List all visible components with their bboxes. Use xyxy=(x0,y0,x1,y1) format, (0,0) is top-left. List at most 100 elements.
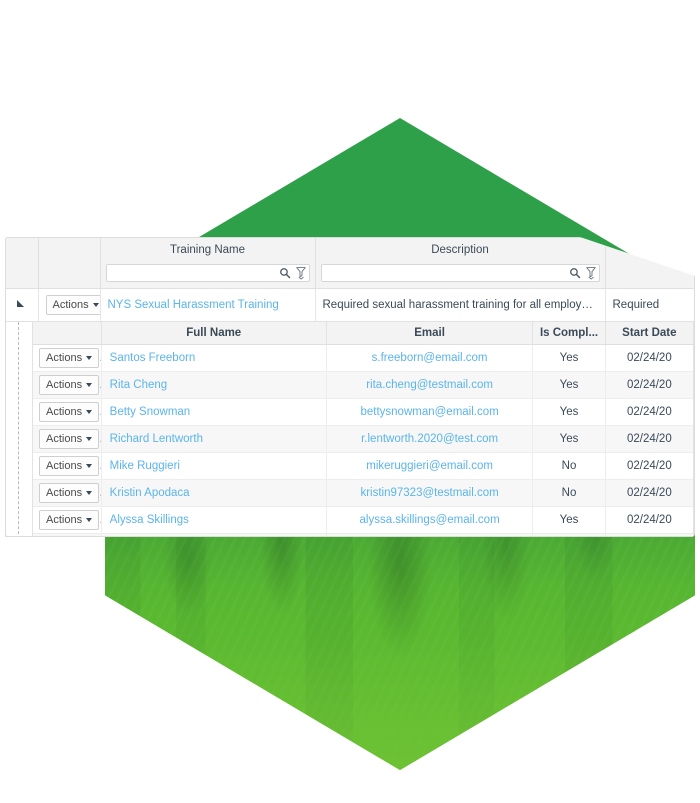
cell-email[interactable]: mikeruggieri@email.com xyxy=(326,452,534,480)
row-actions-label: Actions xyxy=(46,487,83,499)
full-name-link[interactable]: Santos Freeborn xyxy=(110,352,196,364)
row-actions-button[interactable]: Actions xyxy=(39,375,100,395)
chevron-down-icon xyxy=(86,518,93,522)
chevron-down-icon xyxy=(86,410,93,414)
chevron-down-icon xyxy=(86,464,93,468)
training-name-filter-input[interactable] xyxy=(106,265,277,281)
outer-grid: Training Name Description Actions NYS Se… xyxy=(6,238,694,322)
table-row: Actions Betty Snowman bettysnowman@email.c… xyxy=(33,398,693,426)
detail-section: Full Name Email Is Compl... Start Date A… xyxy=(6,322,694,536)
filter-funnel-icon[interactable] xyxy=(583,265,599,281)
row-actions-label: Actions xyxy=(46,460,83,472)
email-link[interactable]: bettysnowman@email.com xyxy=(360,406,498,418)
cell-full-name[interactable]: Kristin Apodaca xyxy=(101,479,327,507)
full-name-link[interactable]: Betty Snowman xyxy=(110,406,191,418)
chevron-down-icon xyxy=(86,491,93,495)
outer-grid-data-row: Actions NYS Sexual Harassment Training R… xyxy=(6,288,694,322)
email-link[interactable]: rita.cheng@testmail.com xyxy=(366,379,493,391)
cell-is-complete: No xyxy=(532,533,606,536)
detail-grid: Full Name Email Is Compl... Start Date A… xyxy=(33,322,693,536)
cell-full-name[interactable]: Santos Freeborn xyxy=(101,344,327,372)
cell-email[interactable]: kristin97323@testmail.com xyxy=(326,479,534,507)
detail-col-actions xyxy=(33,322,102,345)
filter-funnel-icon[interactable] xyxy=(293,265,309,281)
outer-grid-header-row: Training Name Description xyxy=(6,238,694,289)
outer-col-description-title: Description xyxy=(431,244,489,256)
email-link[interactable]: mikeruggieri@email.com xyxy=(366,460,493,472)
chevron-down-icon xyxy=(86,437,93,441)
row-actions-button[interactable]: Actions xyxy=(39,483,100,503)
full-name-link[interactable]: Kristin Apodaca xyxy=(110,487,190,499)
cell-is-complete: Yes xyxy=(532,398,606,426)
row-actions-cell: Actions xyxy=(33,452,102,480)
row-actions-button[interactable]: Actions xyxy=(39,456,100,476)
row-actions-label: Actions xyxy=(46,379,83,391)
row-actions-cell: Actions xyxy=(33,479,102,507)
row-actions-button[interactable]: Actions xyxy=(39,510,100,530)
row-actions-button[interactable]: Actions xyxy=(39,402,100,422)
outer-actions-button[interactable]: Actions xyxy=(45,295,99,315)
detail-col-email[interactable]: Email xyxy=(326,322,534,345)
cell-full-name[interactable]: Betty Snowman xyxy=(101,398,327,426)
cell-is-complete: Yes xyxy=(532,506,606,534)
chevron-down-icon xyxy=(86,356,93,360)
cell-email[interactable]: rita.cheng@testmail.com xyxy=(326,371,534,399)
full-name-link[interactable]: Rita Cheng xyxy=(110,379,168,391)
row-actions-label: Actions xyxy=(46,433,83,445)
row-actions-label: Actions xyxy=(46,406,83,418)
training-grid-panel: Training Name Description Actions NYS Se… xyxy=(5,237,695,537)
row-actions-cell: Actions xyxy=(33,506,102,534)
full-name-link[interactable]: Richard Lentworth xyxy=(110,433,203,445)
cell-is-complete: No xyxy=(532,452,606,480)
cell-start-date: 02/24/20 xyxy=(605,506,693,534)
collapse-triangle-icon[interactable] xyxy=(16,299,27,309)
cell-email[interactable]: s.freeborn@email.com xyxy=(326,344,534,372)
row-actions-button[interactable]: Actions xyxy=(39,429,100,449)
description-filter-input[interactable] xyxy=(321,265,567,281)
outer-actions-cell: Actions xyxy=(38,288,101,322)
cell-start-date: 02/24/20 xyxy=(605,344,693,372)
row-actions-cell: Actions xyxy=(33,425,102,453)
email-link[interactable]: alyssa.skillings@email.com xyxy=(360,514,500,526)
outer-col-training-name: Training Name xyxy=(100,238,316,289)
detail-grid-box: Full Name Email Is Compl... Start Date A… xyxy=(32,322,694,536)
training-name-cell[interactable]: NYS Sexual Harassment Training xyxy=(100,288,316,322)
search-icon[interactable] xyxy=(277,265,293,281)
search-icon[interactable] xyxy=(567,265,583,281)
row-actions-button[interactable]: Actions xyxy=(39,348,100,368)
cell-is-complete: Yes xyxy=(532,425,606,453)
full-name-link[interactable]: Mike Ruggieri xyxy=(110,460,180,472)
outer-col-expander xyxy=(6,238,39,289)
cell-start-date: 02/24/20 xyxy=(605,398,693,426)
cell-email[interactable]: bettysnowman@email.com xyxy=(326,398,534,426)
cell-full-name[interactable]: Mike Ruggieri xyxy=(101,452,327,480)
cell-full-name[interactable]: Bryan French xyxy=(101,533,327,536)
cell-full-name[interactable]: Rita Cheng xyxy=(101,371,327,399)
row-actions-cell: Actions xyxy=(33,398,102,426)
detail-grid-header-row: Full Name Email Is Compl... Start Date xyxy=(33,322,693,345)
detail-col-start-date[interactable]: Start Date xyxy=(605,322,693,345)
cell-email[interactable]: bffilm@test.com xyxy=(326,533,534,536)
cell-email[interactable]: alyssa.skillings@email.com xyxy=(326,506,534,534)
row-actions-cell: Actions xyxy=(33,533,102,536)
chevron-down-icon xyxy=(92,303,99,307)
email-link[interactable]: s.freeborn@email.com xyxy=(372,352,488,364)
outer-col-actions xyxy=(38,238,101,289)
detail-col-is-complete[interactable]: Is Compl... xyxy=(532,322,606,345)
description-cell: Required sexual harassment training for … xyxy=(315,288,606,322)
email-link[interactable]: kristin97323@testmail.com xyxy=(360,487,498,499)
cell-email[interactable]: r.lentworth.2020@test.com xyxy=(326,425,534,453)
description-overflow-cell: Required xyxy=(605,288,694,322)
cell-full-name[interactable]: Richard Lentworth xyxy=(101,425,327,453)
cell-full-name[interactable]: Alyssa Skillings xyxy=(101,506,327,534)
training-name-link[interactable]: NYS Sexual Harassment Training xyxy=(108,299,279,311)
cell-is-complete: Yes xyxy=(532,344,606,372)
outer-col-overflow xyxy=(605,238,694,289)
training-name-filter-cell xyxy=(101,261,315,288)
detail-col-full-name[interactable]: Full Name xyxy=(101,322,327,345)
row-expander-cell[interactable] xyxy=(6,288,39,322)
email-link[interactable]: r.lentworth.2020@test.com xyxy=(361,433,498,445)
full-name-link[interactable]: Alyssa Skillings xyxy=(110,514,189,526)
row-actions-label: Actions xyxy=(46,352,83,364)
row-actions-cell: Actions xyxy=(33,371,102,399)
